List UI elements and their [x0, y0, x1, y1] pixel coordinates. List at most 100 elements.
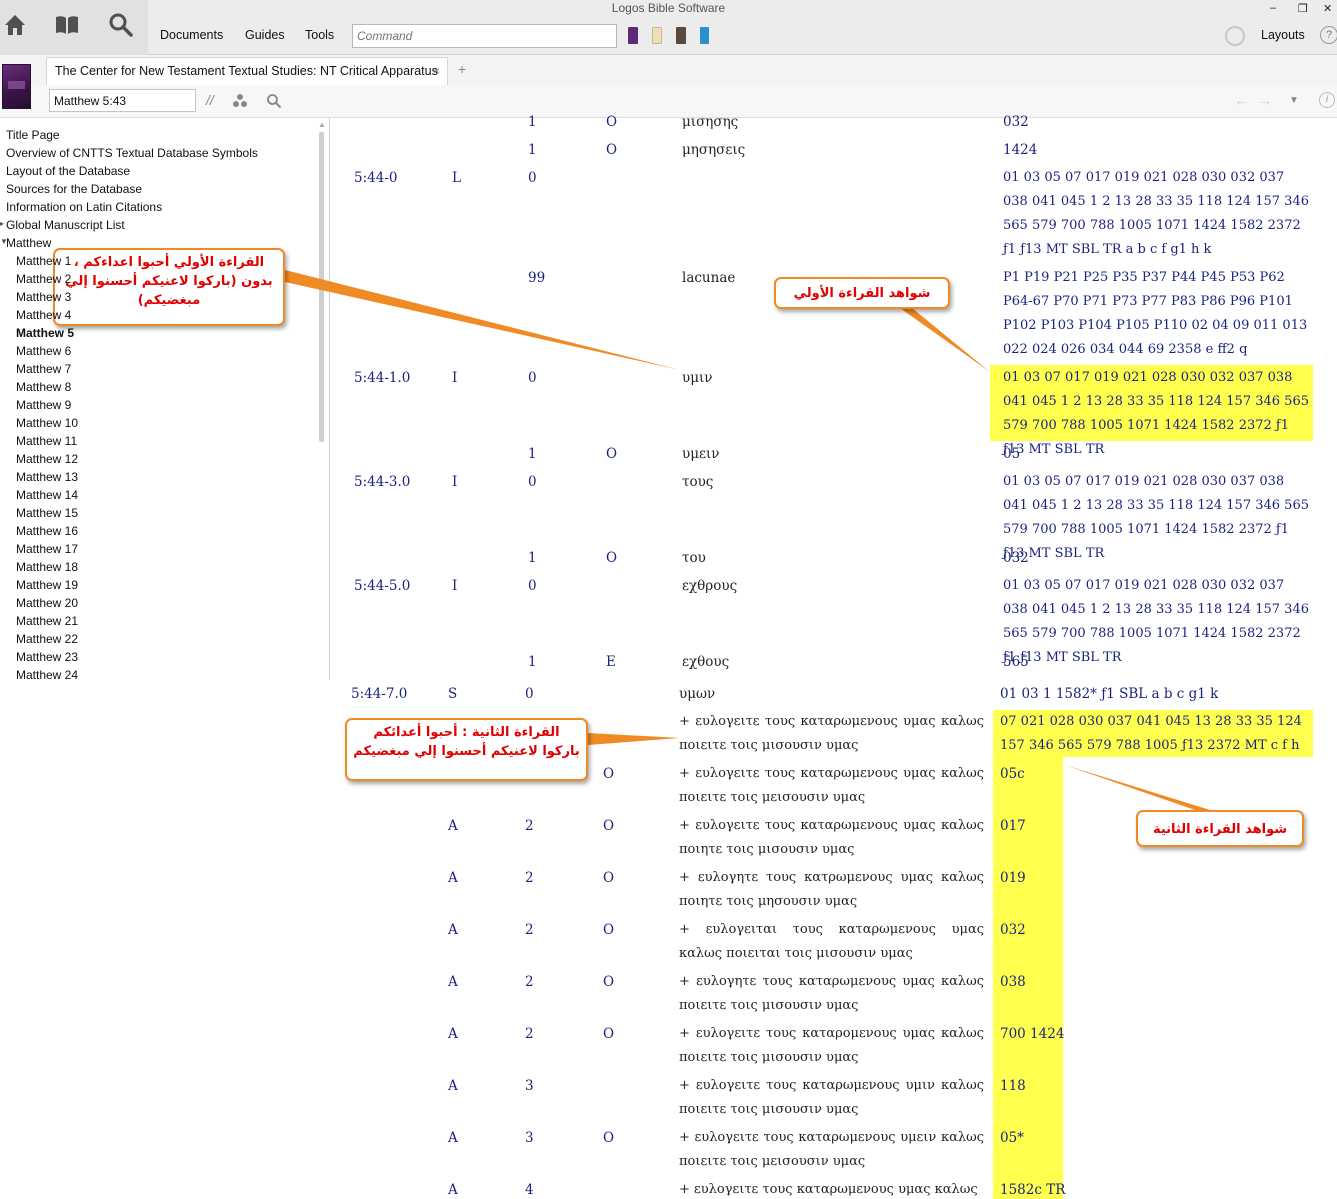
help-icon[interactable]: ? [1320, 26, 1337, 44]
menu-tools[interactable]: Tools [305, 28, 334, 42]
close-tab-icon[interactable]: × [433, 64, 440, 78]
callout-second-reading: القراءة الثانية : أحبوا أعدائكم باركوا ل… [345, 718, 588, 781]
variant-reading: + ευλογειτε τους καταρωμενους υμας καλως… [679, 714, 984, 753]
toc-item[interactable]: Matthew [6, 235, 51, 251]
toc-item[interactable]: Matthew 10 [16, 415, 78, 431]
dropdown-icon[interactable]: ▼ [1289, 95, 1299, 106]
witness-list: 017 [1000, 818, 1026, 834]
variant-number: 1 [528, 550, 537, 566]
witness-list: 01 03 05 07 017 019 021 028 030 037 038 … [1003, 474, 1309, 561]
search-small-icon[interactable] [266, 93, 282, 109]
close-button[interactable]: ✕ [1323, 2, 1332, 15]
toc-item[interactable]: Matthew 16 [16, 523, 78, 539]
variant-number: 1 [528, 142, 537, 158]
callout-second-witnesses: شواهد القراءة الثانية [1136, 810, 1304, 847]
variant-reading: + ευλογειτε τους καταρωμενους υμας καλως… [679, 818, 984, 857]
variant-reading: + ευλογειτε τους καταρωμενους υμειν καλω… [679, 1130, 984, 1169]
minimize-button[interactable]: – [1270, 2, 1276, 14]
resource-tab[interactable]: The Center for New Testament Textual Stu… [46, 57, 448, 85]
variant-number: 4 [525, 1182, 534, 1198]
scroll-up-icon[interactable]: ▲ [318, 120, 326, 129]
toc-item[interactable]: Matthew 4 [16, 307, 71, 323]
variant-type: S [448, 686, 458, 702]
variant-mark: E [606, 654, 616, 670]
toc-item[interactable]: Title Page [6, 127, 60, 143]
variant-number: 0 [528, 578, 537, 594]
recent-book-icon[interactable] [628, 27, 638, 44]
toc-item[interactable]: Matthew 21 [16, 613, 78, 629]
back-icon[interactable]: ← [1234, 92, 1248, 108]
recent-book-icon[interactable] [676, 27, 686, 44]
toc-item[interactable]: Matthew 23 [16, 649, 78, 665]
menu-guides[interactable]: Guides [245, 28, 285, 42]
toc-item[interactable]: Sources for the Database [6, 181, 142, 197]
variant-reference: 5:44-3.0 [354, 474, 411, 490]
toc-item[interactable]: Matthew 7 [16, 361, 71, 377]
info-icon[interactable]: i [1319, 92, 1335, 108]
variant-reference: 5:44-1.0 [354, 370, 411, 386]
toc-item[interactable]: Matthew 2 [16, 271, 71, 287]
add-tab-icon[interactable]: + [458, 61, 466, 77]
toc-item[interactable]: Matthew 5 [16, 325, 74, 341]
variant-reference: 5:44-0 [354, 170, 398, 186]
right-scroll-marks[interactable] [1331, 140, 1337, 170]
book-cover-icon[interactable] [2, 64, 31, 109]
toc-item[interactable]: Matthew 13 [16, 469, 78, 485]
variant-reading: + ευλογειτε τους καταρομενους υμας καλως… [679, 1026, 984, 1065]
visual-filter-icon[interactable] [232, 93, 248, 109]
resource-toolbar [0, 85, 1337, 118]
toc-item[interactable]: Information on Latin Citations [6, 199, 162, 215]
variant-mark: O [603, 766, 615, 782]
toc-item[interactable]: Matthew 11 [16, 433, 77, 449]
toc-item[interactable]: Matthew 14 [16, 487, 78, 503]
toc-scroll-thumb[interactable] [319, 132, 324, 442]
variant-type: A [448, 1026, 458, 1042]
toc-item[interactable]: Matthew 18 [16, 559, 78, 575]
forward-icon[interactable]: → [1258, 92, 1272, 108]
toc-item[interactable]: Matthew 1 [16, 253, 71, 269]
menu-documents[interactable]: Documents [160, 28, 223, 42]
toc-item[interactable]: Matthew 9 [16, 397, 71, 413]
collapse-triangle-icon[interactable]: ▸ [0, 219, 4, 228]
variant-reading: υμιν [682, 370, 713, 386]
toc-item[interactable]: Matthew 6 [16, 343, 71, 359]
variant-mark: O [603, 974, 615, 990]
recent-book-icon[interactable] [652, 27, 662, 44]
variant-reading: του [682, 550, 706, 566]
toc-item[interactable]: Layout of the Database [6, 163, 130, 179]
toc-item[interactable]: Matthew 17 [16, 541, 78, 557]
maximize-button[interactable]: ❐ [1298, 2, 1308, 15]
recent-book-icon[interactable] [700, 27, 709, 44]
toc-item[interactable]: Matthew 8 [16, 379, 71, 395]
toc-item[interactable]: Matthew 12 [16, 451, 78, 467]
sync-icon[interactable] [1225, 26, 1245, 46]
variant-reading: εχθους [682, 654, 730, 670]
variant-number: 0 [528, 474, 537, 490]
resource-title: The Center for New Testament Textual Stu… [55, 64, 438, 78]
witness-list: 019 [1000, 870, 1026, 886]
variant-mark: O [606, 550, 618, 566]
variant-reading: υμειν [682, 446, 720, 462]
variant-type: A [448, 1130, 458, 1146]
parallel-resources-icon[interactable]: // [206, 92, 214, 108]
toc-item[interactable]: Matthew 3 [16, 289, 71, 305]
toc-item[interactable]: Matthew 20 [16, 595, 78, 611]
toc-item[interactable]: Matthew 15 [16, 505, 78, 521]
toc-item[interactable]: Global Manuscript List [6, 217, 125, 233]
variant-type: I [452, 474, 458, 490]
variant-number: 1 [528, 114, 537, 130]
layouts-menu[interactable]: Layouts [1261, 28, 1305, 42]
callout-first-witnesses: شواهد القراءة الأولي [774, 277, 950, 309]
variant-mark: O [603, 1026, 615, 1042]
toc-item[interactable]: Matthew 24 [16, 667, 78, 683]
witness-list: 700 1424 [1000, 1026, 1065, 1042]
command-input[interactable] [352, 24, 617, 48]
witness-list: 01 03 1 1582* ƒ1 SBL a b c g1 k [1000, 686, 1219, 702]
reference-input[interactable] [49, 89, 196, 112]
callout-first-reading: القراءة الأولي أحبوا اعداءكم ، بدون (بار… [53, 248, 285, 326]
variant-type: A [448, 1078, 458, 1094]
toc-item[interactable]: Matthew 22 [16, 631, 78, 647]
toc-item[interactable]: Matthew 19 [16, 577, 78, 593]
toc-item[interactable]: Overview of CNTTS Textual Database Symbo… [6, 145, 258, 161]
witness-list: 05 [1003, 446, 1021, 462]
